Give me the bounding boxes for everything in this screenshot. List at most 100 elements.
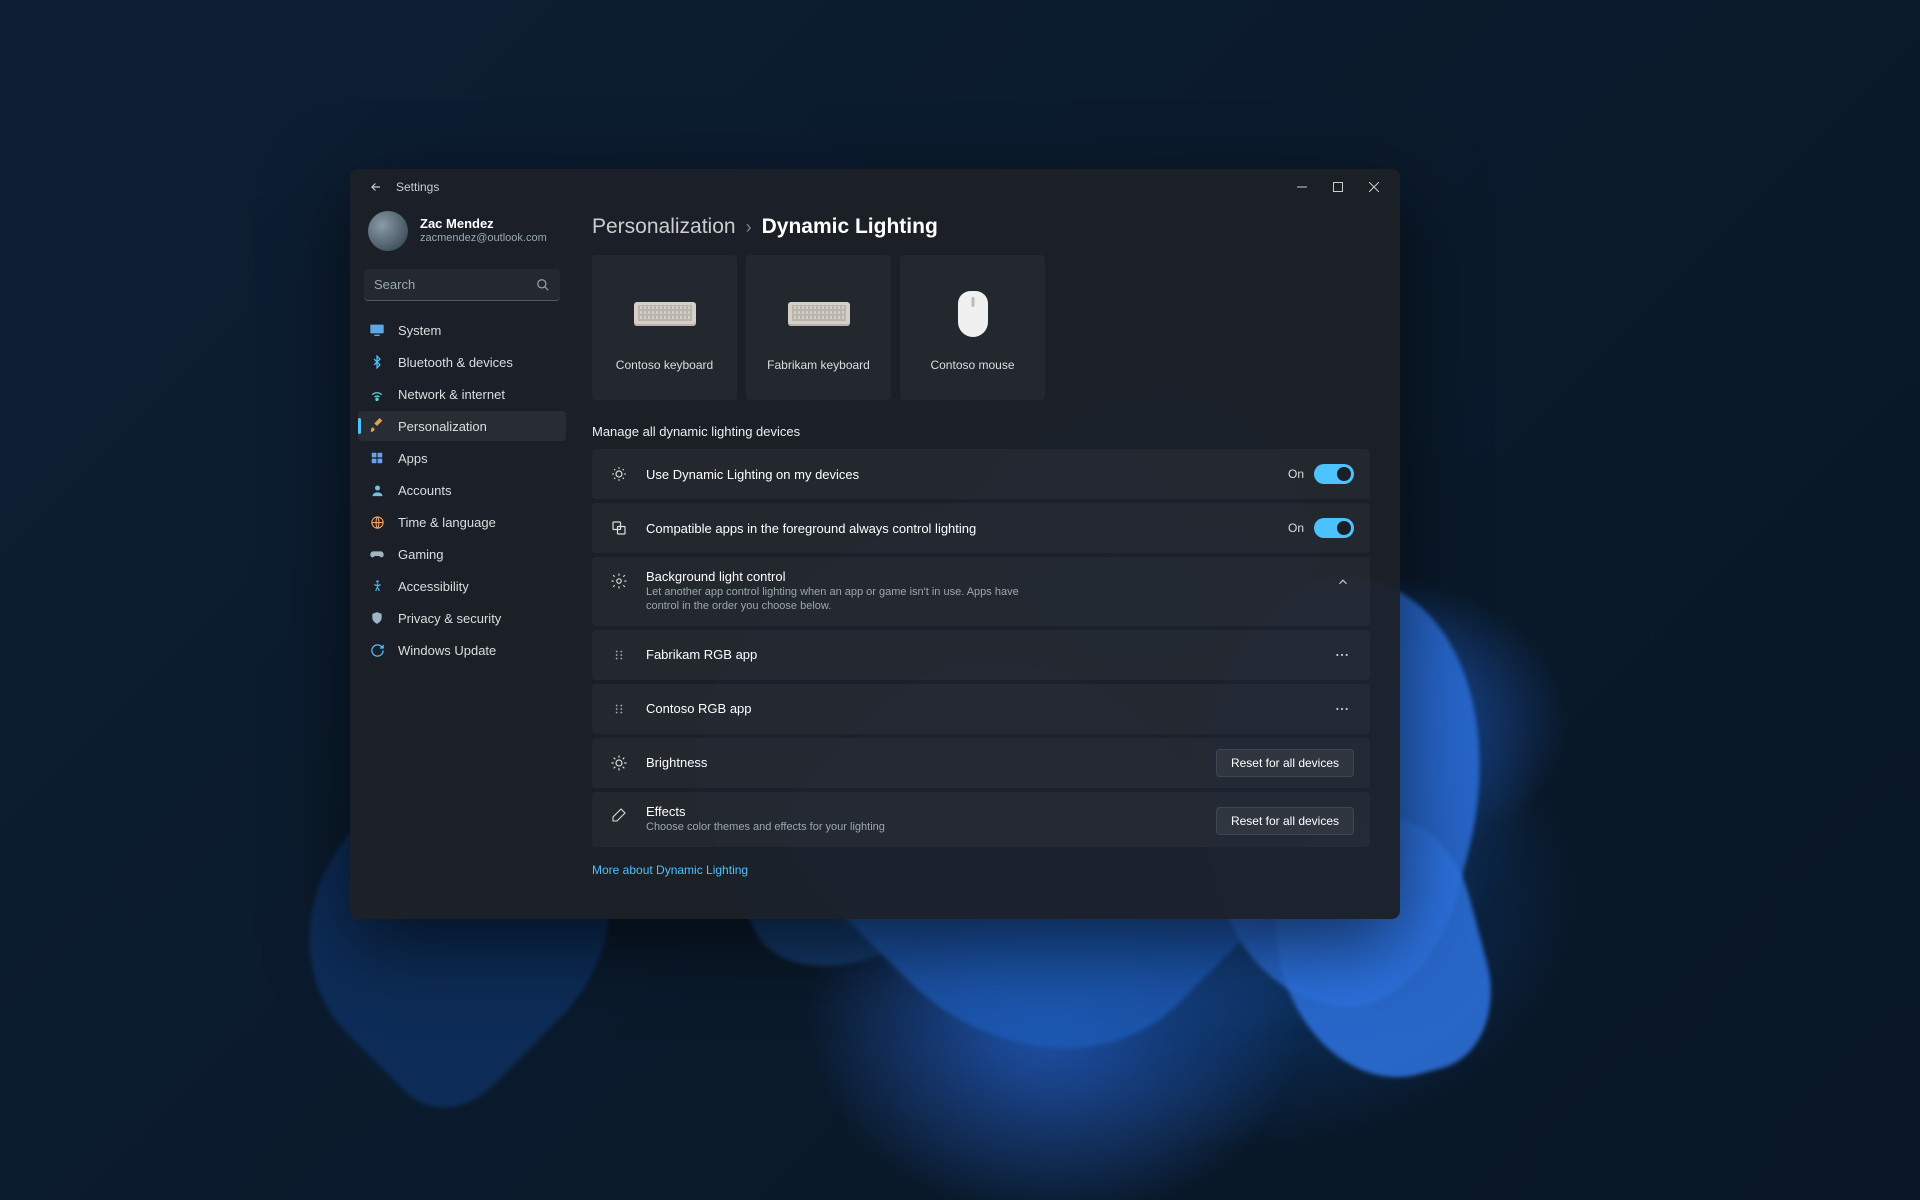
maximize-icon [1333, 182, 1343, 192]
nav-label: Time & language [398, 515, 496, 530]
sidebar-item-personalization[interactable]: Personalization [358, 411, 566, 441]
sidebar-item-bluetooth[interactable]: Bluetooth & devices [358, 347, 566, 377]
learn-more-link[interactable]: More about Dynamic Lighting [592, 863, 1370, 877]
reset-effects-button[interactable]: Reset for all devices [1216, 807, 1354, 835]
device-label: Contoso mouse [930, 358, 1014, 372]
toggle-compatible-apps[interactable] [1314, 518, 1354, 538]
bluetooth-icon [368, 353, 386, 371]
sidebar-item-system[interactable]: System [358, 315, 566, 345]
nav-label: Network & internet [398, 387, 505, 402]
wifi-icon [368, 385, 386, 403]
user-profile[interactable]: Zac Mendez zacmendez@outlook.com [358, 205, 566, 263]
device-card-contoso-keyboard[interactable]: Contoso keyboard [592, 255, 737, 400]
bg-app-item[interactable]: Contoso RGB app [592, 684, 1370, 734]
brush-icon [368, 417, 386, 435]
back-arrow-icon [369, 180, 383, 194]
nav-label: Accessibility [398, 579, 469, 594]
update-icon [368, 641, 386, 659]
setting-effects[interactable]: Effects Choose color themes and effects … [592, 792, 1370, 847]
setting-title: Brightness [646, 755, 1200, 770]
nav-label: Accounts [398, 483, 451, 498]
minimize-button[interactable] [1284, 169, 1320, 205]
nav-label: Apps [398, 451, 428, 466]
sidebar-item-accessibility[interactable]: Accessibility [358, 571, 566, 601]
setting-brightness[interactable]: Brightness Reset for all devices [592, 738, 1370, 788]
app-name: Contoso RGB app [646, 701, 1314, 716]
sidebar-item-gaming[interactable]: Gaming [358, 539, 566, 569]
nav-label: Windows Update [398, 643, 496, 658]
drag-handle-icon[interactable] [608, 702, 630, 716]
setting-background-light-control[interactable]: Background light control Let another app… [592, 557, 1370, 626]
main-content: Personalization › Dynamic Lighting Conto… [574, 205, 1400, 919]
setting-title: Effects [646, 804, 1200, 819]
device-card-fabrikam-keyboard[interactable]: Fabrikam keyboard [746, 255, 891, 400]
toggle-state: On [1288, 467, 1304, 481]
effects-icon [608, 807, 630, 823]
setting-title: Compatible apps in the foreground always… [646, 521, 1272, 536]
nav-label: Personalization [398, 419, 487, 434]
app-name: Fabrikam RGB app [646, 647, 1314, 662]
accessibility-icon [368, 577, 386, 595]
user-name: Zac Mendez [420, 216, 547, 232]
globe-icon [368, 513, 386, 531]
grid-icon [368, 449, 386, 467]
keyboard-icon [634, 284, 696, 344]
mouse-icon [958, 284, 988, 344]
brightness-icon [608, 754, 630, 772]
setting-description: Let another app control lighting when an… [646, 585, 1026, 614]
settings-window: Settings Zac Mendez zacmendez@outlook.co… [350, 169, 1400, 919]
nav-label: System [398, 323, 441, 338]
gear-light-icon [608, 572, 630, 590]
device-label: Contoso keyboard [616, 358, 713, 372]
sidebar-item-apps[interactable]: Apps [358, 443, 566, 473]
close-button[interactable] [1356, 169, 1392, 205]
breadcrumb-parent[interactable]: Personalization [592, 215, 736, 239]
sidebar-item-privacy[interactable]: Privacy & security [358, 603, 566, 633]
setting-use-dynamic-lighting: Use Dynamic Lighting on my devices On [592, 449, 1370, 499]
devices-row: Contoso keyboard Fabrikam keyboard Conto… [592, 255, 1370, 400]
more-button[interactable] [1330, 647, 1354, 663]
gamepad-icon [368, 545, 386, 563]
keyboard-icon [788, 284, 850, 344]
user-email: zacmendez@outlook.com [420, 232, 547, 246]
device-label: Fabrikam keyboard [767, 358, 870, 372]
setting-compatible-apps: Compatible apps in the foreground always… [592, 503, 1370, 553]
person-icon [368, 481, 386, 499]
reset-brightness-button[interactable]: Reset for all devices [1216, 749, 1354, 777]
close-icon [1369, 182, 1379, 192]
section-label: Manage all dynamic lighting devices [592, 424, 1370, 439]
minimize-icon [1297, 182, 1307, 192]
toggle-state: On [1288, 521, 1304, 535]
bg-app-item[interactable]: Fabrikam RGB app [592, 630, 1370, 680]
monitor-icon [368, 321, 386, 339]
window-title: Settings [396, 180, 439, 194]
search-input[interactable]: Search [364, 269, 560, 301]
device-card-contoso-mouse[interactable]: Contoso mouse [900, 255, 1045, 400]
chevron-up-icon[interactable] [1332, 575, 1354, 589]
nav-label: Gaming [398, 547, 444, 562]
setting-title: Use Dynamic Lighting on my devices [646, 467, 1272, 482]
drag-handle-icon[interactable] [608, 648, 630, 662]
maximize-button[interactable] [1320, 169, 1356, 205]
sidebar-item-network[interactable]: Network & internet [358, 379, 566, 409]
nav-list: System Bluetooth & devices Network & int… [358, 315, 566, 665]
more-button[interactable] [1330, 701, 1354, 717]
sidebar: Zac Mendez zacmendez@outlook.com Search … [350, 205, 574, 919]
back-button[interactable] [358, 180, 394, 194]
nav-label: Bluetooth & devices [398, 355, 513, 370]
sidebar-item-time-language[interactable]: Time & language [358, 507, 566, 537]
avatar [368, 211, 408, 251]
user-info: Zac Mendez zacmendez@outlook.com [420, 216, 547, 246]
setting-description: Choose color themes and effects for your… [646, 820, 1200, 834]
search-icon [536, 278, 550, 292]
lightbulb-icon [608, 465, 630, 483]
sidebar-item-windows-update[interactable]: Windows Update [358, 635, 566, 665]
shield-icon [368, 609, 386, 627]
settings-list: Use Dynamic Lighting on my devices On Co… [592, 449, 1370, 847]
sidebar-item-accounts[interactable]: Accounts [358, 475, 566, 505]
search-placeholder: Search [374, 277, 536, 292]
setting-title: Background light control [646, 569, 1316, 584]
toggle-use-dynamic[interactable] [1314, 464, 1354, 484]
breadcrumb: Personalization › Dynamic Lighting [592, 215, 1370, 239]
window-controls [1284, 169, 1392, 205]
